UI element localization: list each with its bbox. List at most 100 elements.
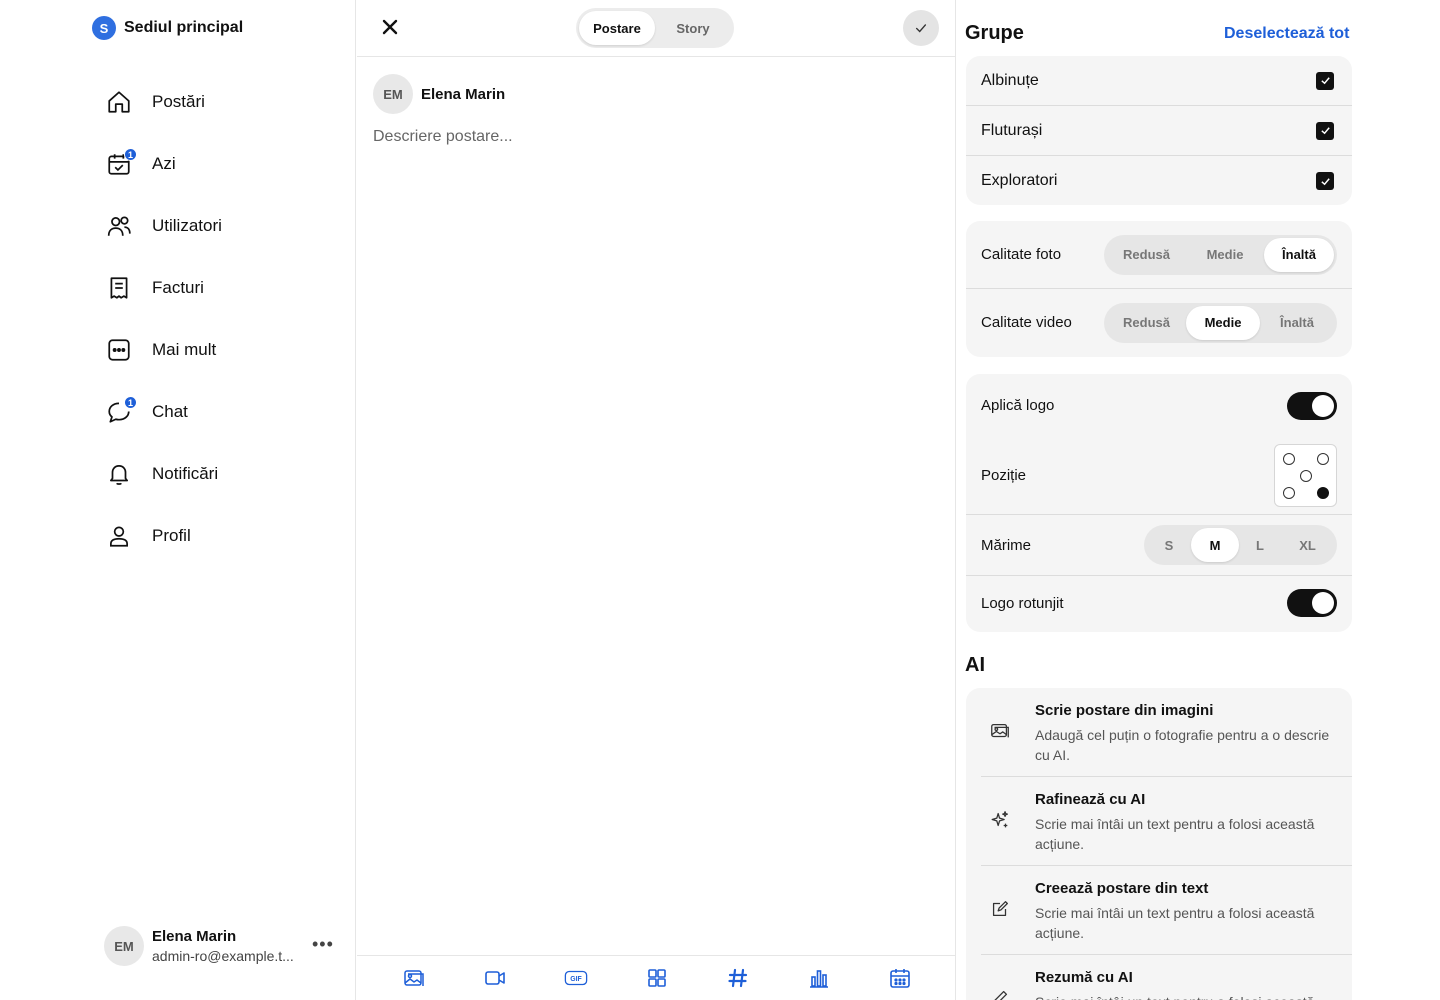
group-label: Fluturași [981, 121, 1043, 139]
settings-panel: Grupe Deselectează tot Albinuțe Fluturaș… [957, 0, 1440, 1000]
nav-label: Profil [152, 526, 191, 545]
image-icon [989, 720, 1011, 742]
sidebar: S Sediul principal Postări 1 Azi Utiliza… [0, 0, 356, 1000]
org-badge: S [92, 16, 116, 40]
video-icon[interactable] [481, 964, 509, 992]
ai-action-create[interactable]: Creează postare din text Scrie mai întâi… [981, 866, 1352, 955]
apply-logo-toggle[interactable] [1287, 391, 1337, 420]
more-options-icon[interactable]: ••• [312, 934, 334, 955]
ai-title: AI [965, 654, 985, 676]
position-top-left[interactable] [1283, 453, 1295, 465]
photo-quality-option[interactable]: Înaltă [1264, 237, 1334, 272]
logo-size-segmented: S M L XL [1144, 525, 1337, 565]
check-icon [1320, 177, 1330, 185]
image-icon[interactable] [400, 964, 428, 992]
video-quality-segmented: Redusă Medie Înaltă [1104, 302, 1337, 343]
nav-item-profil[interactable]: Profil [104, 505, 222, 567]
nav-item-mai-mult[interactable]: Mai mult [104, 319, 222, 381]
position-bottom-left[interactable] [1283, 487, 1295, 499]
deselect-all-link[interactable]: Deselectează tot [1224, 25, 1349, 43]
calendar-check-icon: 1 [104, 148, 137, 179]
confirm-button[interactable] [903, 10, 939, 46]
logo-size-option[interactable]: L [1239, 528, 1281, 562]
nav-item-utilizatori[interactable]: Utilizatori [104, 195, 222, 257]
org-switcher[interactable]: S Sediul principal [92, 16, 243, 40]
hashtag-icon[interactable] [724, 964, 752, 992]
description-input[interactable] [373, 128, 933, 146]
ai-action-title: Rezumă cu AI [1035, 969, 1133, 986]
group-row[interactable]: Fluturași [966, 106, 1352, 156]
position-bottom-right[interactable] [1317, 487, 1329, 499]
logo-size-option[interactable]: M [1191, 528, 1239, 562]
nav-item-azi[interactable]: 1 Azi [104, 133, 222, 195]
nav-item-facturi[interactable]: Facturi [104, 257, 222, 319]
video-quality-option[interactable]: Medie [1186, 305, 1260, 340]
tab-postare[interactable]: Postare [579, 11, 655, 45]
nav-label: Chat [152, 402, 188, 421]
ai-action-subtitle: Scrie mai întâi un text pentru a folosi … [1035, 905, 1315, 941]
video-quality-row: Calitate video Redusă Medie Înaltă [966, 289, 1352, 356]
group-row[interactable]: Exploratori [966, 156, 1352, 206]
composer-header: Postare Story [357, 0, 955, 57]
group-label: Albinuțe [981, 71, 1039, 89]
logo-size-option[interactable]: S [1147, 528, 1191, 562]
pen-icon [989, 987, 1011, 1000]
group-checkbox[interactable] [1316, 172, 1334, 190]
group-label: Exploratori [981, 172, 1058, 189]
group-row[interactable]: Albinuțe [966, 56, 1352, 106]
tab-story[interactable]: Story [655, 11, 731, 45]
logo-size-row: Mărime S M L XL [966, 515, 1352, 576]
users-icon [104, 211, 134, 241]
apply-logo-label: Aplică logo [981, 397, 1055, 414]
logo-position-label: Poziție [981, 467, 1027, 484]
position-center[interactable] [1300, 470, 1312, 482]
svg-text:GIF: GIF [570, 976, 582, 983]
avatar: EM [373, 74, 413, 114]
post-type-switch: Postare Story [576, 8, 734, 48]
account-name: Elena Marin [152, 928, 237, 945]
nav-item-postari[interactable]: Postări [104, 71, 222, 133]
groups-list: Albinuțe Fluturași Exploratori [966, 56, 1352, 205]
position-top-right[interactable] [1317, 453, 1329, 465]
ai-action-summarize[interactable]: Rezumă cu AI Scrie mai întâi un text pen… [981, 955, 1352, 1000]
logo-size-option[interactable]: XL [1281, 528, 1334, 562]
logo-position-picker [1274, 444, 1337, 507]
grid-icon[interactable] [643, 964, 671, 992]
group-checkbox[interactable] [1316, 121, 1334, 140]
video-quality-label: Calitate video [981, 314, 1072, 331]
post-author: EM Elena Marin [373, 74, 505, 114]
groups-title: Grupe [965, 22, 1024, 44]
nav-label: Postări [152, 92, 205, 111]
ai-action-images[interactable]: Scrie postare din imagini Adaugă cel puț… [981, 688, 1352, 777]
group-checkbox[interactable] [1316, 71, 1334, 90]
bell-icon [104, 459, 134, 489]
sparkles-icon [989, 809, 1011, 831]
account-card[interactable]: EM Elena Marin admin-ro@example.t... ••• [104, 926, 333, 966]
photo-quality-option[interactable]: Redusă [1107, 238, 1186, 272]
gif-icon[interactable]: GIF [562, 964, 590, 992]
ai-action-subtitle: Adaugă cel puțin o fotografie pentru a o… [1035, 727, 1330, 763]
rounded-logo-toggle[interactable] [1287, 589, 1337, 617]
nav-label: Utilizatori [152, 216, 222, 235]
video-quality-option[interactable]: Înaltă [1260, 306, 1334, 340]
chat-icon: 1 [104, 396, 137, 427]
account-email: admin-ro@example.t... [152, 948, 294, 964]
main-nav: Postări 1 Azi Utilizatori Facturi Mai mu… [104, 71, 222, 567]
poll-icon[interactable] [805, 964, 833, 992]
ai-action-subtitle: Scrie mai întâi un text pentru a folosi … [1035, 816, 1315, 852]
logo-size-label: Mărime [981, 536, 1032, 554]
schedule-icon[interactable] [886, 964, 914, 992]
photo-quality-label: Calitate foto [981, 246, 1062, 263]
logo-settings: Aplică logo Poziție Mărime S M L XL Logo… [966, 374, 1352, 632]
ai-action-title: Scrie postare din imagini [1035, 702, 1214, 719]
photo-quality-row: Calitate foto Redusă Medie Înaltă [966, 221, 1352, 289]
rounded-logo-label: Logo rotunjit [981, 594, 1064, 612]
check-icon [1320, 127, 1330, 135]
close-icon[interactable] [379, 16, 401, 38]
more-icon [104, 335, 134, 365]
video-quality-option[interactable]: Redusă [1107, 306, 1186, 340]
nav-item-notificari[interactable]: Notificări [104, 443, 222, 505]
photo-quality-option[interactable]: Medie [1186, 238, 1264, 272]
nav-item-chat[interactable]: 1 Chat [104, 381, 222, 443]
ai-action-refine[interactable]: Rafinează cu AI Scrie mai întâi un text … [981, 777, 1352, 866]
